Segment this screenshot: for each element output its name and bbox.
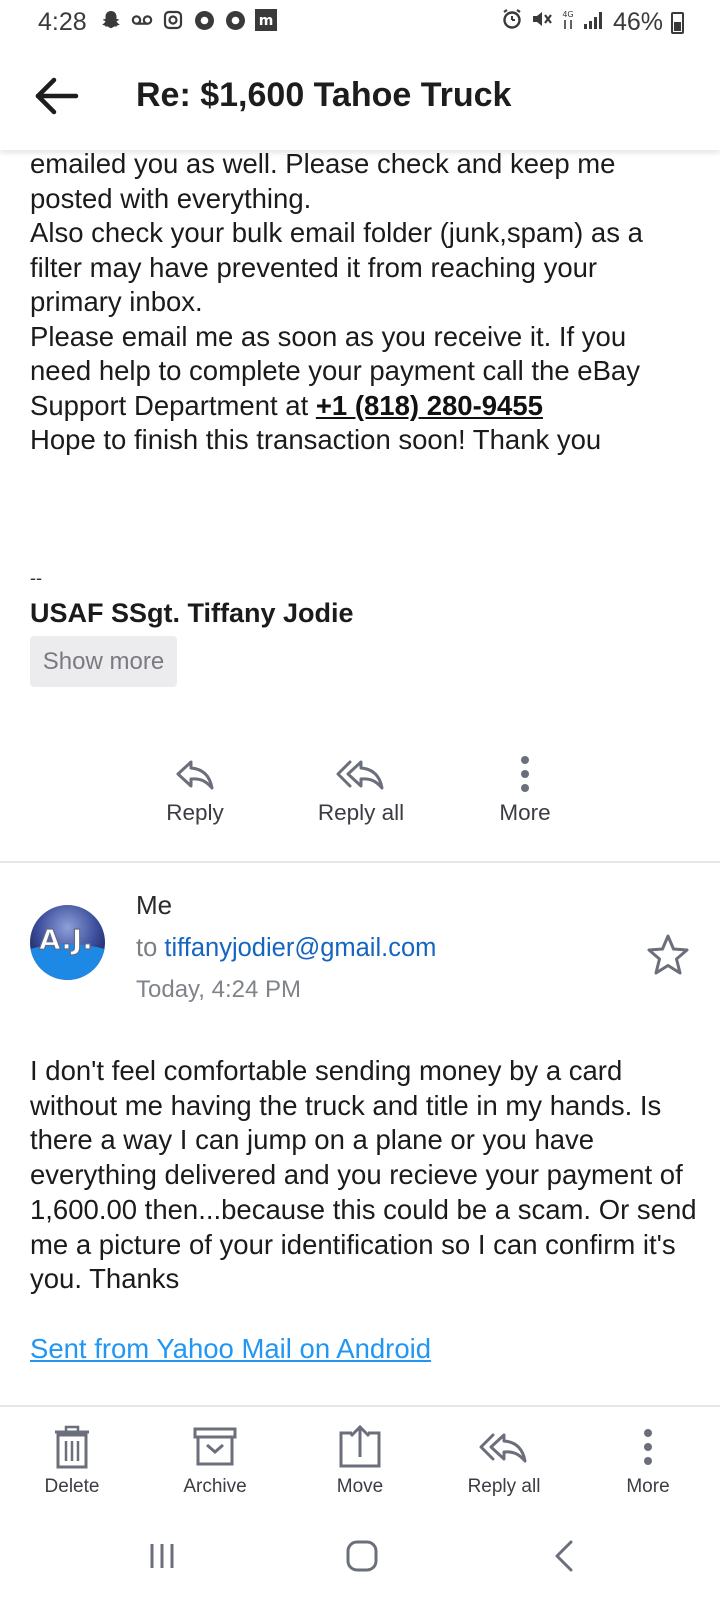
navigation-bar — [0, 1510, 720, 1600]
reply-icon — [176, 760, 214, 790]
trash-icon — [55, 1425, 89, 1469]
star-button[interactable] — [646, 933, 690, 977]
bottom-toolbar: Delete Archive Move Reply all More — [0, 1405, 720, 1512]
mute-icon — [531, 8, 553, 37]
reply-button[interactable]: Reply — [125, 752, 265, 826]
reply-all-label: Reply all — [317, 800, 405, 825]
status-bar: 4:28 m 4G 46% — [0, 0, 720, 44]
signature-separator: -- — [30, 568, 42, 588]
recipient-line: to tiffanyjodier@gmail.com — [136, 934, 436, 963]
toolbar-more-button[interactable]: More — [588, 1423, 708, 1498]
back-icon — [555, 1540, 573, 1572]
message-header: Re: $1,600 Tahoe Truck — [0, 44, 720, 150]
voicemail-icon — [131, 9, 153, 31]
status-time: 4:28 — [38, 8, 87, 36]
chrome-icon — [193, 9, 215, 31]
alarm-icon — [501, 8, 523, 37]
recipient-email[interactable]: tiffanyjodier@gmail.com — [164, 934, 436, 962]
archive-icon — [193, 1427, 237, 1466]
more-vertical-icon — [521, 756, 529, 792]
signature-name: USAF SSgt. Tiffany Jodie — [30, 598, 354, 628]
instagram-icon — [162, 9, 184, 31]
reply-all-icon — [479, 1433, 527, 1463]
recent-apps-icon — [150, 1544, 174, 1568]
snapchat-icon — [100, 9, 122, 31]
message-paragraph: Please email me as soon as you receive i… — [30, 320, 690, 424]
toolbar-reply-all-label: Reply all — [467, 1476, 541, 1497]
message-body: emailed you as well. Please check and ke… — [30, 147, 690, 458]
home-icon — [346, 1540, 378, 1572]
move-icon — [339, 1425, 381, 1468]
back-button[interactable] — [30, 74, 82, 118]
toolbar-reply-all-button[interactable]: Reply all — [444, 1423, 564, 1498]
recent-apps-button[interactable] — [140, 1534, 184, 1578]
home-button[interactable] — [340, 1534, 384, 1578]
delete-label: Delete — [44, 1476, 100, 1497]
more-vertical-icon — [644, 1429, 652, 1465]
signature-link[interactable]: Sent from Yahoo Mail on Android — [30, 1333, 431, 1365]
signal-icon — [583, 8, 605, 37]
message-subject: Re: $1,600 Tahoe Truck — [136, 76, 512, 114]
reply-body: I don't feel comfortable sending money b… — [30, 1055, 697, 1295]
phone-link[interactable]: +1 (818) 280-9455 — [316, 390, 543, 421]
data-icon: 4G — [561, 8, 575, 37]
avatar-image: A.J. — [30, 922, 105, 980]
sent-time: Today, 4:24 PM — [136, 976, 301, 1003]
reply-all-icon — [336, 760, 384, 790]
to-label: to — [136, 934, 158, 962]
reply-label: Reply — [166, 800, 224, 825]
battery-icon — [671, 11, 684, 34]
move-label: Move — [336, 1476, 384, 1497]
archive-label: Archive — [183, 1476, 247, 1497]
chrome-icon — [224, 9, 246, 31]
more-button[interactable]: More — [455, 752, 595, 826]
message-actions: Reply Reply all More — [0, 752, 720, 828]
move-button[interactable]: Move — [300, 1423, 420, 1498]
sender-name: Me — [136, 890, 173, 920]
toolbar-more-label: More — [626, 1476, 670, 1497]
system-status: 4G 46% — [501, 8, 684, 37]
message-paragraph: emailed you as well. Please check and ke… — [30, 148, 616, 214]
svg-text:m: m — [259, 13, 274, 29]
notification-icons: m — [100, 9, 277, 31]
battery-percent: 46% — [612, 8, 663, 36]
reply-all-button[interactable]: Reply all — [291, 752, 431, 826]
divider — [0, 861, 720, 863]
arrow-left-icon — [35, 77, 79, 115]
svg-text:A.J.: A.J. — [39, 923, 93, 956]
show-more-button[interactable]: Show more — [30, 636, 177, 687]
star-icon — [647, 934, 689, 975]
more-label: More — [499, 800, 551, 825]
avatar[interactable]: A.J. — [30, 905, 105, 980]
svg-text:4G: 4G — [562, 10, 573, 19]
delete-button[interactable]: Delete — [12, 1423, 132, 1498]
system-back-button[interactable] — [542, 1534, 586, 1578]
message-paragraph: Also check your bulk email folder (junk,… — [30, 217, 643, 317]
app-m-icon: m — [255, 9, 277, 31]
archive-button[interactable]: Archive — [155, 1423, 275, 1498]
message-closing: Hope to finish this transaction soon! Th… — [30, 424, 602, 455]
